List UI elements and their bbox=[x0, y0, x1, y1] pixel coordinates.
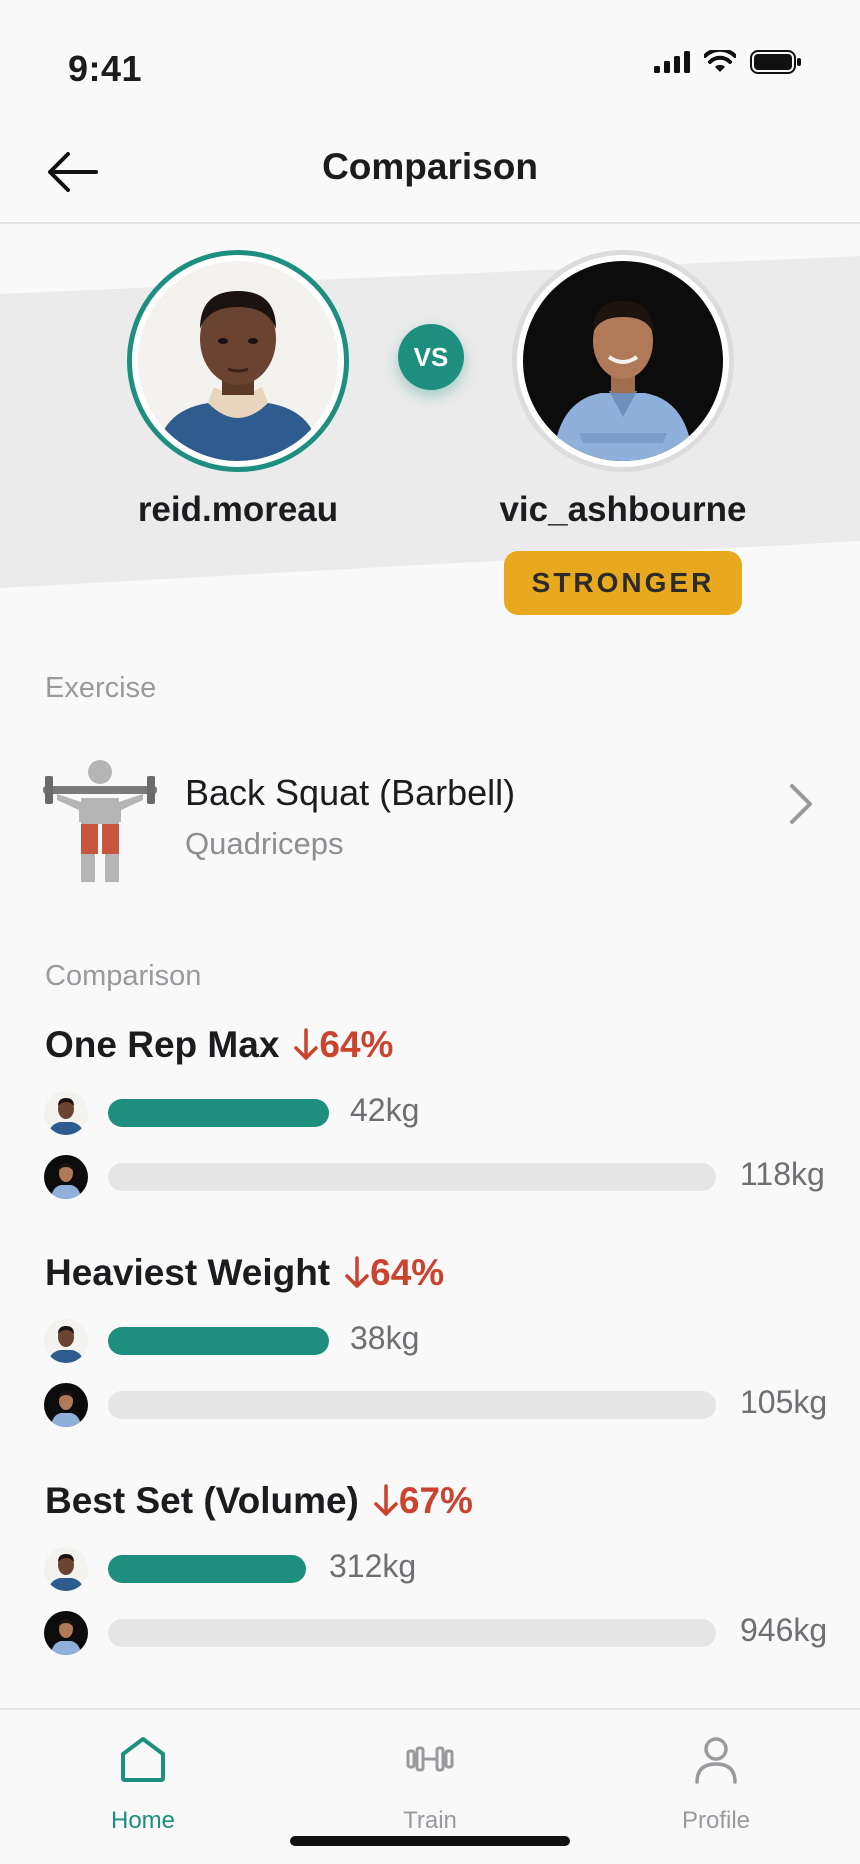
page-title: Comparison bbox=[322, 146, 538, 187]
mini-avatar-left bbox=[44, 1547, 88, 1591]
metric-delta-value: 64% bbox=[370, 1252, 445, 1293]
wifi-icon bbox=[704, 50, 736, 72]
tab-train-label: Train bbox=[403, 1807, 457, 1834]
arrow-down-icon bbox=[374, 1484, 398, 1516]
tab-profile-label: Profile bbox=[681, 1807, 751, 1834]
vs-badge: VS bbox=[398, 324, 464, 390]
bar-value-right: 946kg bbox=[740, 1612, 828, 1648]
user-avatar-right[interactable] bbox=[512, 250, 734, 472]
mini-avatar-left bbox=[44, 1091, 88, 1135]
home-indicator bbox=[290, 1836, 570, 1846]
bar-row-right-user: 946kg bbox=[0, 1608, 860, 1658]
squat-exercise-icon bbox=[43, 760, 157, 882]
nav-bar: Comparison bbox=[0, 120, 860, 224]
arrow-down-icon bbox=[294, 1028, 319, 1060]
bar-value-right: 105kg bbox=[740, 1384, 828, 1420]
mini-avatar-right bbox=[44, 1155, 88, 1199]
bar-fill-left bbox=[108, 1327, 329, 1355]
bar-fill-left bbox=[108, 1099, 329, 1127]
bar-value-left: 42kg bbox=[350, 1092, 420, 1128]
metric-title: Heaviest Weight 64% bbox=[45, 1252, 444, 1294]
mini-avatar-left bbox=[44, 1319, 88, 1363]
bar-value-left: 38kg bbox=[350, 1320, 420, 1356]
username-right: vic_ashbourne bbox=[499, 490, 747, 529]
tab-home[interactable]: Home bbox=[43, 1710, 243, 1840]
metric-delta: 64% bbox=[293, 1024, 393, 1066]
arrow-down-icon bbox=[345, 1256, 369, 1288]
comparison-section-label: Comparison bbox=[45, 960, 202, 992]
bar-row-left-user: 312kg bbox=[0, 1544, 860, 1594]
metric-label: Best Set (Volume) bbox=[45, 1480, 359, 1521]
avatar-photo-left bbox=[138, 261, 338, 461]
bar-row-left-user: 42kg bbox=[0, 1088, 860, 1138]
status-icons bbox=[654, 50, 802, 74]
user-avatar-left[interactable] bbox=[127, 250, 349, 472]
chevron-right-icon bbox=[790, 784, 812, 824]
metric-delta-value: 67% bbox=[398, 1480, 473, 1521]
metric-heaviest-weight: Heaviest Weight 64% 38kg 105kg bbox=[0, 1252, 860, 1462]
exercise-selector[interactable]: Back Squat (Barbell) Quadriceps bbox=[0, 742, 860, 892]
bar-track-right bbox=[108, 1619, 716, 1647]
metric-title: Best Set (Volume) 67% bbox=[45, 1480, 473, 1522]
versus-header: VS reid.moreau vic_ashbourne STRONGER bbox=[0, 226, 860, 636]
dumbbell-icon bbox=[406, 1746, 454, 1772]
bar-row-right-user: 118kg bbox=[0, 1152, 860, 1202]
username-left: reid.moreau bbox=[137, 490, 339, 529]
tab-profile[interactable]: Profile bbox=[616, 1710, 816, 1840]
bar-track-right bbox=[108, 1163, 716, 1191]
bar-value-right: 118kg bbox=[740, 1156, 825, 1192]
tab-train[interactable]: Train bbox=[330, 1710, 530, 1840]
exercise-name: Back Squat (Barbell) bbox=[185, 772, 516, 813]
bar-row-left-user: 38kg bbox=[0, 1316, 860, 1366]
person-icon bbox=[695, 1737, 737, 1784]
cellular-signal-icon bbox=[654, 51, 690, 73]
metric-label: Heaviest Weight bbox=[45, 1252, 331, 1293]
status-bar: 9:41 bbox=[0, 0, 860, 120]
battery-icon bbox=[750, 50, 801, 74]
mini-avatar-right bbox=[44, 1383, 88, 1427]
metric-title: One Rep Max 64% bbox=[45, 1024, 393, 1066]
tab-home-label: Home bbox=[110, 1807, 176, 1834]
exercise-muscle: Quadriceps bbox=[185, 826, 344, 861]
metric-delta: 64% bbox=[344, 1252, 444, 1294]
metric-one-rep-max: One Rep Max 64% 42kg 118kg bbox=[0, 1024, 860, 1234]
avatar-photo-right bbox=[523, 261, 723, 461]
stronger-badge: STRONGER bbox=[504, 551, 742, 615]
home-icon bbox=[121, 1737, 165, 1782]
status-time: 9:41 bbox=[68, 48, 143, 89]
metric-delta: 67% bbox=[373, 1480, 473, 1522]
bar-value-left: 312kg bbox=[329, 1548, 417, 1584]
mini-avatar-right bbox=[44, 1611, 88, 1655]
metric-delta-value: 64% bbox=[319, 1024, 394, 1065]
bar-track-right bbox=[108, 1391, 716, 1419]
exercise-section-label: Exercise bbox=[45, 672, 157, 704]
bar-fill-left bbox=[108, 1555, 306, 1583]
metric-best-set-volume: Best Set (Volume) 67% 312kg 946kg bbox=[0, 1480, 860, 1690]
metric-label: One Rep Max bbox=[45, 1024, 280, 1065]
bar-row-right-user: 105kg bbox=[0, 1380, 860, 1430]
